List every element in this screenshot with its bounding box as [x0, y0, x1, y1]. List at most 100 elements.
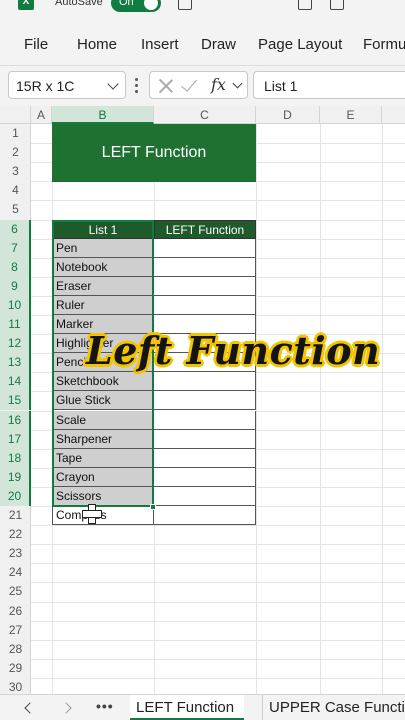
left-function-cell[interactable] [154, 429, 256, 449]
row-header[interactable]: 24 [0, 563, 31, 582]
next-sheet-icon[interactable] [60, 702, 72, 714]
row-header[interactable]: 17 [0, 429, 31, 449]
left-function-cell[interactable] [154, 238, 256, 258]
menu-insert[interactable]: Insert [141, 36, 179, 53]
row-header[interactable]: 7 [0, 238, 31, 258]
left-function-cell[interactable] [154, 295, 256, 315]
gridline [256, 124, 257, 694]
column-header-b[interactable]: B [52, 106, 154, 124]
left-function-cell[interactable] [154, 372, 256, 392]
title-bar: X AutoSave On [0, 0, 405, 14]
column-header-a[interactable]: A [31, 106, 52, 124]
list-cell[interactable]: Crayon [52, 467, 154, 487]
gridline [31, 200, 405, 202]
row-header[interactable]: 2 [0, 143, 31, 162]
row-header[interactable]: 14 [0, 372, 31, 392]
row-header[interactable]: 9 [0, 276, 31, 296]
table-icon[interactable] [298, 0, 312, 10]
column-header-c[interactable]: C [154, 106, 256, 124]
gridline [31, 601, 405, 603]
column-header-e[interactable]: E [320, 106, 382, 124]
autosave-label: AutoSave [55, 0, 103, 8]
row-header[interactable]: 26 [0, 602, 31, 621]
menu-draw[interactable]: Draw [201, 36, 236, 53]
more-vertical-icon[interactable] [135, 78, 138, 94]
left-function-cell[interactable] [154, 391, 256, 411]
row-header[interactable]: 11 [0, 315, 31, 335]
gridline [320, 124, 321, 694]
gridline [382, 124, 383, 694]
confirm-icon[interactable] [181, 75, 197, 92]
more-sheets-icon[interactable]: ••• [96, 698, 114, 714]
menu-page-layout[interactable]: Page Layout [258, 36, 342, 53]
table-header-left-function[interactable]: LEFT Function [154, 220, 256, 239]
chevron-down-icon[interactable] [107, 78, 119, 90]
excel-logo-icon: X [18, 0, 34, 10]
list-cell[interactable]: Pen [52, 238, 154, 258]
list-cell[interactable]: Scale [52, 410, 154, 430]
list-cell[interactable]: Tape [52, 448, 154, 468]
formula-input[interactable]: List 1 [253, 71, 405, 99]
list-cell[interactable]: Scissors [52, 486, 154, 506]
row-header[interactable]: 21 [0, 506, 31, 525]
column-header-d[interactable]: D [256, 106, 320, 124]
gridline [31, 677, 405, 679]
select-all-corner[interactable] [0, 106, 31, 124]
name-box[interactable]: 15R x 1C [8, 71, 126, 99]
left-function-cell[interactable] [154, 467, 256, 487]
row-header[interactable]: 29 [0, 659, 31, 678]
row-header[interactable]: 28 [0, 640, 31, 659]
row-header[interactable]: 8 [0, 257, 31, 277]
menu-file[interactable]: File [24, 36, 48, 53]
sync-icon[interactable] [178, 0, 192, 10]
table-header-list[interactable]: List 1 [52, 220, 154, 239]
autosave-toggle[interactable]: On [111, 0, 161, 12]
tab-left-function[interactable]: LEFT Function [130, 695, 244, 720]
row-header[interactable]: 18 [0, 448, 31, 468]
row-header[interactable]: 3 [0, 162, 31, 181]
row-header[interactable]: 4 [0, 181, 31, 200]
share-icon[interactable] [330, 0, 344, 10]
left-function-cell[interactable] [154, 257, 256, 277]
worksheet-grid[interactable]: A B C D E 1 2 3 4 5 6 7 8 9 10 11 12 13 14 15 16 17 18 19 2… [0, 106, 405, 694]
gridline [31, 563, 405, 565]
tab-upper-case-function[interactable]: UPPER Case Functio [262, 695, 405, 720]
list-cell[interactable]: Notebook [52, 257, 154, 277]
left-function-cell[interactable] [154, 486, 256, 506]
list-cell[interactable]: Sharpener [52, 429, 154, 449]
sheet-tab-bar: ••• LEFT Function UPPER Case Functio [0, 694, 405, 720]
row-header[interactable]: 15 [0, 391, 31, 411]
row-header[interactable]: 6 [0, 219, 31, 239]
list-cell[interactable]: Compass [52, 506, 154, 526]
cancel-icon[interactable] [158, 77, 174, 93]
row-header[interactable]: 22 [0, 525, 31, 544]
row-header[interactable]: 12 [0, 334, 31, 354]
left-function-cell[interactable] [154, 410, 256, 430]
list-cell[interactable]: Glue Stick [52, 391, 154, 411]
fill-handle[interactable] [150, 504, 156, 510]
row-header[interactable]: 23 [0, 544, 31, 563]
row-header[interactable]: 27 [0, 621, 31, 640]
row-header[interactable]: 25 [0, 582, 31, 601]
list-cell[interactable]: Eraser [52, 276, 154, 296]
row-header[interactable]: 20 [0, 486, 31, 506]
previous-sheet-icon[interactable] [24, 702, 36, 714]
row-header[interactable]: 1 [0, 124, 31, 143]
title-banner[interactable]: LEFT Function [52, 124, 256, 182]
left-function-cell[interactable] [154, 506, 256, 526]
menu-home[interactable]: Home [77, 36, 117, 53]
row-header[interactable]: 19 [0, 467, 31, 487]
row-header[interactable]: 16 [0, 410, 31, 430]
left-function-cell[interactable] [154, 448, 256, 468]
row-header[interactable]: 30 [0, 678, 31, 694]
chevron-down-icon[interactable] [232, 78, 243, 89]
list-cell[interactable]: Ruler [52, 295, 154, 315]
gridline [31, 525, 405, 527]
list-cell[interactable]: Sketchbook [52, 372, 154, 392]
row-header[interactable]: 5 [0, 200, 31, 219]
row-header[interactable]: 13 [0, 353, 31, 373]
menu-formulas[interactable]: Formu [363, 36, 405, 53]
left-function-cell[interactable] [154, 276, 256, 296]
insert-function-icon[interactable]: fx [211, 75, 226, 94]
row-header[interactable]: 10 [0, 295, 31, 315]
